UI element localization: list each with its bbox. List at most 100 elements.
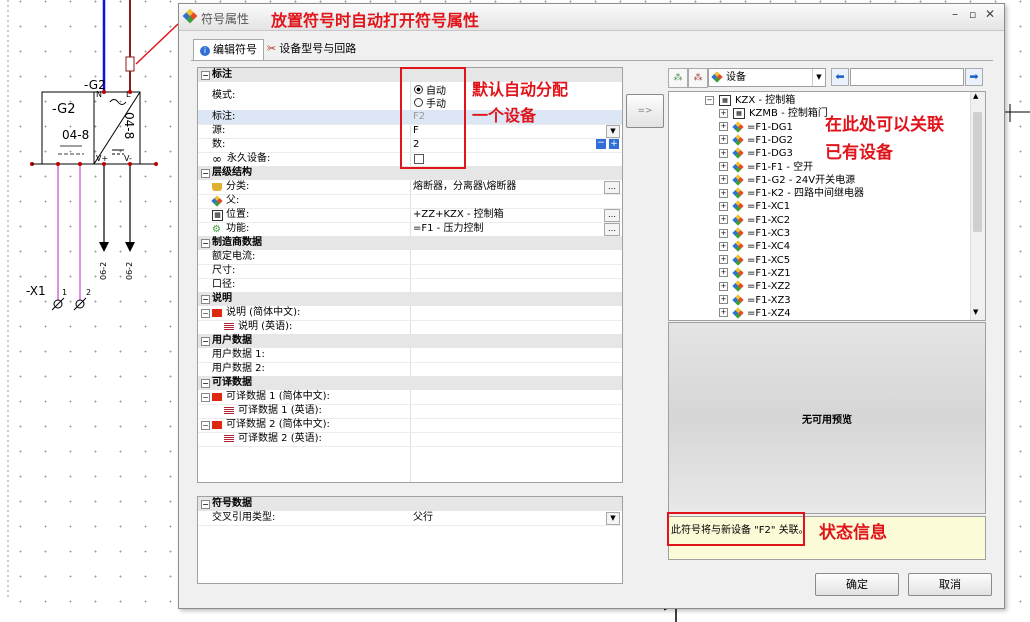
expand-icon[interactable]: + [719, 281, 728, 291]
flag-us-icon [224, 435, 234, 443]
assign-arrow-button[interactable]: => [626, 94, 664, 128]
scroll-up-icon[interactable]: ▲ [973, 92, 978, 100]
cancel-button[interactable]: 取消 [908, 573, 992, 596]
tree-item[interactable]: + ▦ KZMB - 控制箱门 [719, 107, 828, 120]
terminal-2-label: 2 [86, 288, 92, 297]
search-input[interactable] [850, 68, 964, 86]
section-symbol-data[interactable]: − 符号数据 [198, 497, 622, 511]
tree-item[interactable]: + =F1-XC3 [719, 227, 790, 240]
forward-arrow-button[interactable]: ➡ [965, 68, 983, 86]
row-rated-current[interactable]: 额定电流: [198, 250, 622, 265]
tree-item[interactable]: + =F1-XZ4 [719, 307, 791, 320]
tree-scrollbar[interactable]: ▲ ▼ [970, 92, 985, 320]
expand-icon[interactable]: + [719, 228, 728, 238]
row-trans2-zh[interactable]: − 可译数据 2 (简体中文): [198, 418, 622, 433]
expand-icon[interactable]: + [719, 268, 728, 278]
row-trans1-en[interactable]: 可译数据 1 (英语): [198, 404, 622, 419]
annotation-auto-note-2: 一个设备 [472, 106, 537, 125]
tree-item[interactable]: + =F1-XC4 [719, 240, 790, 253]
expand-icon[interactable]: + [719, 175, 728, 185]
tree-view-icon[interactable]: ⁂ [668, 68, 688, 88]
function-browse-button[interactable]: … [604, 223, 620, 236]
row-xref-type[interactable]: 交叉引用类型: 父行 ▼ [198, 511, 622, 526]
expand-icon[interactable]: + [719, 295, 728, 304]
tree-item[interactable]: + =F1-DG3 [719, 147, 793, 160]
expand-icon[interactable]: + [719, 135, 728, 145]
section-translatable[interactable]: − 可译数据 [198, 376, 622, 390]
location-browse-button[interactable]: … [604, 209, 620, 222]
tree-item[interactable]: + =F1-XC2 [719, 214, 790, 227]
row-parent[interactable]: 父: [198, 194, 622, 209]
expand-icon[interactable]: + [719, 255, 728, 265]
expand-icon[interactable]: + [719, 215, 728, 225]
decrement-icon[interactable]: − [596, 139, 606, 149]
expand-icon[interactable]: + [719, 122, 728, 132]
increment-icon[interactable]: + [609, 139, 619, 149]
tree-item[interactable]: + =F1-XZ2 [719, 280, 791, 293]
tree-item[interactable]: + =F1-XZ1 [719, 267, 791, 280]
scroll-down-icon[interactable]: ▼ [973, 308, 978, 316]
back-arrow-button[interactable]: ⬅ [831, 68, 849, 86]
tree-item[interactable]: + =F1-DG2 [719, 134, 793, 147]
flag-us-icon [224, 323, 234, 331]
row-location[interactable]: ▦ 位置: +ZZ+KZX - 控制箱… [198, 208, 622, 223]
device-type-select[interactable]: 设备 ▼ [708, 68, 826, 87]
annotation-box-status [667, 512, 805, 546]
expand-icon[interactable]: + [719, 108, 728, 118]
list-view-icon[interactable]: ⁂ [688, 68, 708, 88]
section-user-data[interactable]: − 用户数据 [198, 334, 622, 348]
row-category[interactable]: 分类: 熔断器，分离器\熔断器… [198, 180, 622, 195]
ok-button[interactable]: 确定 [815, 573, 899, 596]
row-function[interactable]: ⚙ 功能: =F1 - 压力控制… [198, 222, 622, 237]
expand-icon[interactable]: + [719, 188, 728, 198]
tree-item[interactable]: + =F1-G2 - 24V开关电源 [719, 174, 855, 187]
tree-item[interactable]: + =F1-F1 - 空开 [719, 160, 813, 174]
row-user2[interactable]: 用户数据 2: [198, 362, 622, 377]
tree-item[interactable]: + =F1-DG1 [719, 120, 793, 134]
scroll-thumb[interactable] [973, 112, 982, 232]
device-icon [732, 120, 744, 133]
tree-item[interactable]: − ▦ KZX - 控制箱 [705, 94, 795, 107]
device-icon [732, 214, 744, 226]
row-size[interactable]: 尺寸: [198, 264, 622, 279]
source-dropdown-icon: ▼ [606, 125, 620, 138]
expand-icon[interactable]: + [719, 148, 728, 158]
minimize-icon[interactable]: – [952, 7, 958, 21]
row-trans2-en[interactable]: 可译数据 2 (英语): [198, 432, 622, 447]
app-icon [182, 8, 198, 24]
section-description[interactable]: − 说明 [198, 292, 622, 306]
row-desc-en[interactable]: 说明 (英语): [198, 320, 622, 335]
row-user1[interactable]: 用户数据 1: [198, 348, 622, 363]
row-caliber[interactable]: 口径: [198, 278, 622, 293]
tree-item[interactable]: + =F1-K2 - 四路中间继电器 [719, 187, 864, 200]
tree-item-label: =F1-XZ3 [747, 294, 791, 306]
row-trans1-zh[interactable]: − 可译数据 1 (简体中文): [198, 390, 622, 405]
tab-device-model[interactable]: ✂ 设备型号与回路 [261, 39, 362, 59]
pin-vminus-label: V- [124, 154, 132, 163]
annotation-box-mode [400, 67, 466, 169]
tab-device-model-label: 设备型号与回路 [279, 42, 357, 55]
device-icon [732, 240, 744, 252]
section-manufacturer[interactable]: − 制造商数据 [198, 236, 622, 250]
annotation-tree-note-2: 已有设备 [825, 143, 893, 163]
expand-icon[interactable]: + [719, 308, 728, 318]
device-icon [732, 200, 744, 213]
cabinet-icon: ▦ [733, 107, 745, 119]
row-desc-zh[interactable]: − 说明 (简体中文): [198, 306, 622, 321]
annotation-tree-note-1: 在此处可以关联 [825, 115, 944, 135]
expand-icon[interactable]: + [719, 201, 728, 211]
tree-item-label: =F1-XZ4 [747, 307, 791, 319]
category-browse-button[interactable]: … [604, 181, 620, 194]
tree-item-label: =F1-DG3 [747, 148, 793, 160]
expand-icon[interactable]: + [719, 162, 728, 171]
flag-cn-icon [212, 309, 222, 317]
tree-item[interactable]: + =F1-XC1 [719, 200, 790, 213]
maximize-icon[interactable]: ▫ [969, 8, 976, 21]
tree-item[interactable]: + =F1-XC5 [719, 253, 790, 267]
tree-item[interactable]: + =F1-XZ3 [719, 293, 791, 307]
preview-text: 无可用预览 [802, 415, 852, 426]
close-icon[interactable]: ✕ [985, 7, 995, 21]
expand-icon[interactable]: + [719, 241, 728, 251]
tab-edit-symbol[interactable]: i 编辑符号 [193, 39, 264, 60]
collapse-icon[interactable]: − [705, 95, 714, 105]
